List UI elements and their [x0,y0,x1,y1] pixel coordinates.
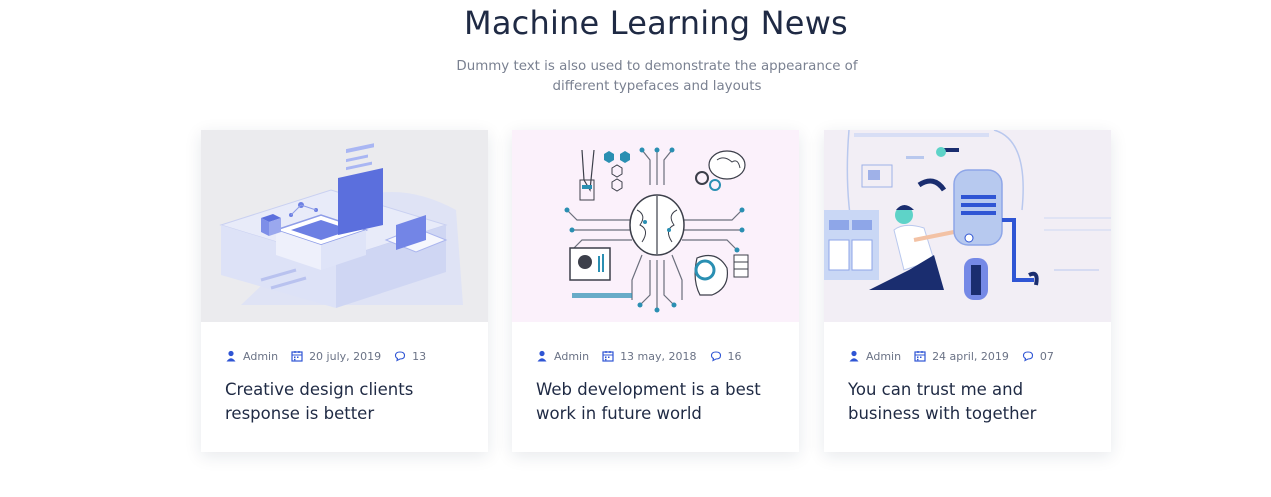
post-author[interactable]: Admin [866,350,901,363]
calendar-icon [291,350,303,362]
post-comments[interactable]: 13 [412,350,426,363]
calendar-icon [602,350,614,362]
user-icon [225,350,237,362]
blog-card[interactable]: Admin 20 july, 2019 13 Creative design c… [201,130,488,452]
isometric-tech-illustration-icon [201,130,488,322]
post-date: 13 may, 2018 [620,349,697,363]
blog-card[interactable]: Admin 24 april, 2019 07 You can trust me… [824,130,1111,452]
post-meta: Admin 20 july, 2019 13 [225,349,426,363]
robot-scientist-illustration-icon [824,130,1111,322]
comment-icon [394,350,406,362]
post-comments[interactable]: 16 [728,350,742,363]
section-subtitle: Dummy text is also used to demonstrate t… [456,59,858,94]
post-image[interactable] [824,130,1111,322]
blog-card[interactable]: Admin 13 may, 2018 16 Web development is… [512,130,799,452]
post-date: 20 july, 2019 [309,349,382,363]
post-meta: Admin 13 may, 2018 16 [536,349,742,363]
section-title: Machine Learning News [464,4,848,42]
post-image[interactable] [512,130,799,322]
post-comments[interactable]: 07 [1040,350,1054,363]
brain-network-illustration-icon [512,130,799,322]
comment-icon [1022,350,1034,362]
post-title[interactable]: Web development is a best work in future… [536,378,782,426]
comment-icon [710,350,722,362]
post-date: 24 april, 2019 [932,349,1009,363]
calendar-icon [914,350,926,362]
post-author[interactable]: Admin [243,350,278,363]
post-title[interactable]: Creative design clients response is bett… [225,378,471,426]
post-author[interactable]: Admin [554,350,589,363]
user-icon [848,350,860,362]
post-image[interactable] [201,130,488,322]
post-meta: Admin 24 april, 2019 07 [848,349,1054,363]
user-icon [536,350,548,362]
post-title[interactable]: You can trust me and business with toget… [848,378,1094,426]
blog-section: Machine Learning News Dummy text is also… [0,0,1271,497]
